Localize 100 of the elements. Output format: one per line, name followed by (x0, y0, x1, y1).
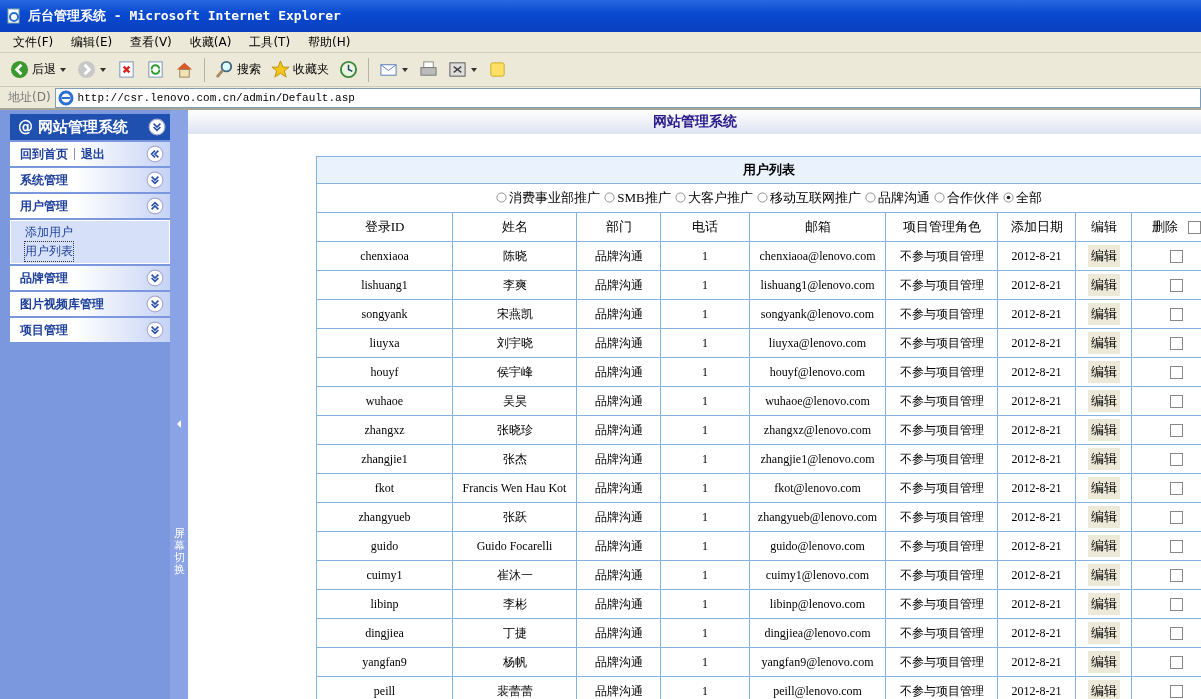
delete-checkbox[interactable] (1170, 453, 1184, 467)
logout-link[interactable]: 退出 (81, 145, 105, 163)
toolbar-icon-button[interactable] (337, 58, 360, 81)
sidebar-group-header[interactable]: 图片视频库管理 (10, 292, 170, 316)
delete-checkbox[interactable] (1170, 569, 1184, 583)
filter-radio-option[interactable]: SMB推广 (604, 188, 671, 207)
column-header: 编辑 (1075, 212, 1132, 242)
toolbar-button[interactable]: 后退 (8, 58, 69, 81)
delete-checkbox[interactable] (1170, 627, 1184, 641)
edit-button[interactable]: 编辑 (1087, 622, 1120, 644)
name-cell: 侯宇峰 (452, 357, 577, 387)
double-chevron-left-icon[interactable] (146, 145, 164, 163)
filter-radio-option[interactable]: 全部 (1002, 188, 1042, 207)
role-cell: 不参与项目管理 (885, 415, 998, 445)
department-cell: 品牌沟通 (576, 299, 661, 329)
edit-button[interactable]: 编辑 (1087, 332, 1120, 354)
role-cell: 不参与项目管理 (885, 270, 998, 300)
edit-button[interactable]: 编辑 (1087, 680, 1120, 699)
name-cell: 杨帆 (452, 647, 577, 677)
date-cell: 2012-8-21 (997, 560, 1076, 590)
submenu-item[interactable]: 添加用户 (25, 223, 73, 242)
toolbar-button[interactable]: 收藏夹 (269, 58, 331, 81)
sidebar-group-header[interactable]: 项目管理 (10, 318, 170, 342)
caret-icon (59, 65, 67, 74)
name-cell: 张跃 (452, 502, 577, 532)
date-cell: 2012-8-21 (997, 415, 1076, 445)
edit-button[interactable]: 编辑 (1087, 593, 1120, 615)
delete-checkbox[interactable] (1170, 656, 1184, 670)
sidebar-group-header[interactable]: 品牌管理 (10, 266, 170, 290)
email-cell: songyank@lenovo.com (749, 299, 886, 329)
email-cell: yangfan9@lenovo.com (749, 647, 886, 677)
printer-icon (419, 60, 438, 79)
menu-item[interactable]: 编辑(E) (71, 33, 113, 51)
house-icon (175, 60, 194, 79)
edit-button[interactable]: 编辑 (1087, 564, 1120, 586)
phone-cell: 1 (660, 560, 750, 590)
filter-radio-option[interactable]: 消费事业部推广 (496, 188, 601, 207)
edit-button[interactable]: 编辑 (1087, 303, 1120, 325)
department-cell: 品牌沟通 (576, 473, 661, 503)
edit-button[interactable]: 编辑 (1087, 419, 1120, 441)
delete-checkbox[interactable] (1170, 395, 1184, 409)
edit-button[interactable]: 编辑 (1087, 274, 1120, 296)
filter-radio-option[interactable]: 移动互联网推广 (756, 188, 861, 207)
menu-item[interactable]: 工具(T) (249, 33, 291, 51)
delete-checkbox[interactable] (1170, 424, 1184, 438)
role-cell: 不参与项目管理 (885, 589, 998, 619)
address-field[interactable]: http://csr.lenovo.com.cn/admin/Default.asp (54, 87, 1201, 108)
filter-radio-option[interactable]: 品牌沟通 (864, 188, 930, 207)
edit-button[interactable]: 编辑 (1087, 361, 1120, 383)
department-cell: 品牌沟通 (576, 386, 661, 416)
phone-cell: 1 (660, 270, 750, 300)
delete-checkbox[interactable] (1170, 482, 1184, 496)
column-header: 姓名 (452, 212, 577, 242)
login-id-cell: houyf (316, 357, 453, 387)
splitter-label: 屏幕切换 (173, 528, 185, 577)
sidebar-group-header[interactable]: 系统管理 (10, 168, 170, 192)
delete-checkbox[interactable] (1170, 685, 1184, 699)
toolbar-button[interactable]: 搜索 (213, 58, 263, 81)
edit-button[interactable]: 编辑 (1087, 477, 1120, 499)
edit-button[interactable]: 编辑 (1087, 245, 1120, 267)
menu-item[interactable]: 帮助(H) (308, 33, 351, 51)
date-cell: 2012-8-21 (997, 589, 1076, 619)
filter-radio-option[interactable]: 大客户推广 (674, 188, 753, 207)
double-chevron-down-icon[interactable] (148, 118, 166, 136)
date-cell: 2012-8-21 (997, 618, 1076, 648)
delete-checkbox[interactable] (1170, 250, 1184, 264)
delete-checkbox[interactable] (1170, 598, 1184, 612)
sidebar-group-header[interactable]: 用户管理 (10, 194, 170, 218)
login-id-cell: fkot (316, 473, 453, 503)
submenu-item[interactable]: 用户列表 (25, 242, 73, 261)
login-id-cell: zhangjie1 (316, 444, 453, 474)
delete-checkbox[interactable] (1170, 366, 1184, 380)
home-link[interactable]: 回到首页 (20, 145, 68, 163)
edit-button[interactable]: 编辑 (1087, 651, 1120, 673)
edit-button[interactable]: 编辑 (1087, 535, 1120, 557)
delete-checkbox[interactable] (1170, 540, 1184, 554)
name-cell: 丁捷 (452, 618, 577, 648)
phone-cell: 1 (660, 502, 750, 532)
edit-button[interactable]: 编辑 (1087, 506, 1120, 528)
select-all-checkbox[interactable] (1188, 220, 1201, 234)
edit-button[interactable]: 编辑 (1087, 448, 1120, 470)
edit-button[interactable]: 编辑 (1087, 390, 1120, 412)
role-cell: 不参与项目管理 (885, 473, 998, 503)
email-cell: liuyxa@lenovo.com (749, 328, 886, 358)
menu-item[interactable]: 文件(F) (13, 33, 54, 51)
date-cell: 2012-8-21 (997, 531, 1076, 561)
refresh-icon (146, 60, 165, 79)
delete-checkbox[interactable] (1170, 279, 1184, 293)
name-cell: 陈晓 (452, 241, 577, 271)
delete-checkbox[interactable] (1170, 308, 1184, 322)
menu-item[interactable]: 收藏(A) (189, 33, 232, 51)
menu-item[interactable]: 查看(V) (130, 33, 172, 51)
filter-radio-option[interactable]: 合作伙伴 (933, 188, 999, 207)
address-label: 地址(D) (8, 89, 51, 106)
login-id-cell: lishuang1 (316, 270, 453, 300)
email-cell: zhangyueb@lenovo.com (749, 502, 886, 532)
delete-checkbox[interactable] (1170, 511, 1184, 525)
delete-checkbox[interactable] (1170, 337, 1184, 351)
role-cell: 不参与项目管理 (885, 502, 998, 532)
caret-icon (470, 65, 478, 74)
